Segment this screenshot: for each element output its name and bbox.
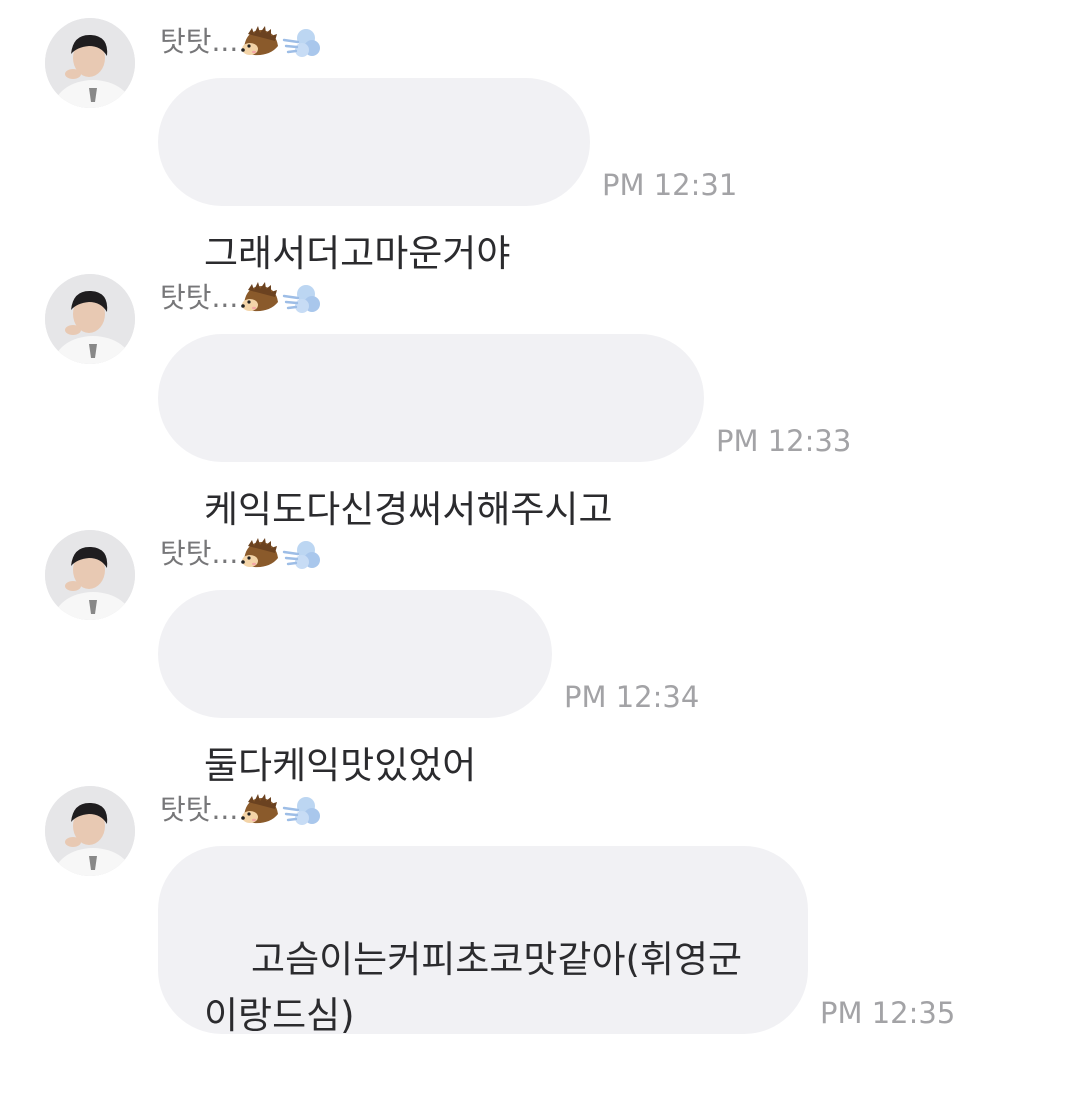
sender-name-text: 탓탓... [160, 281, 239, 314]
avatar[interactable] [45, 786, 135, 876]
sender-name: 탓탓... [160, 790, 322, 830]
dash-icon [282, 790, 322, 830]
profile-photo [45, 18, 135, 108]
sender-name: 탓탓... [160, 278, 322, 318]
sender-name: 탓탓... [160, 534, 322, 574]
avatar[interactable] [45, 530, 135, 620]
avatar[interactable] [45, 18, 135, 108]
message-bubble[interactable]: 둘다케익맛있었어 [158, 590, 552, 787]
message-time: PM 12:34 [564, 680, 700, 714]
message-group: 탓탓... 둘다케익맛있었어 PM 12:34 [0, 512, 1080, 787]
profile-photo [45, 530, 135, 620]
profile-photo [45, 786, 135, 876]
hedgehog-icon [240, 22, 280, 62]
hedgehog-icon [240, 534, 280, 574]
dash-icon [282, 534, 322, 574]
avatar[interactable] [45, 274, 135, 364]
profile-photo [45, 274, 135, 364]
dash-icon [282, 22, 322, 62]
message-bubble[interactable]: 고슴이는커피초코맛같아(휘영군 이랑드심) [158, 846, 808, 1037]
sender-name-text: 탓탓... [160, 537, 239, 570]
sender-name-text: 탓탓... [160, 793, 239, 826]
sender-name: 탓탓... [160, 22, 322, 62]
message-time: PM 12:35 [820, 996, 956, 1030]
message-group: 탓탓... 고슴이는커피초코맛같아(휘영군 이랑드심) PM 12:35 [0, 768, 1080, 1061]
message-time: PM 12:31 [602, 168, 738, 202]
hedgehog-icon [240, 278, 280, 318]
sender-name-text: 탓탓... [160, 25, 239, 58]
message-bubble[interactable]: 그래서더고마운거야 [158, 78, 590, 275]
dash-icon [282, 278, 322, 318]
message-bubble[interactable]: 케익도다신경써서해주시고 [158, 334, 704, 531]
message-group: 탓탓... 케익도다신경써서해주시고 PM 12:33 [0, 256, 1080, 531]
message-text: 고슴이는커피초코맛같아(휘영군 이랑드심) [204, 938, 743, 1037]
hedgehog-icon [240, 790, 280, 830]
message-group: 탓탓... 그래서더고마운거야 PM 12:31 [0, 0, 1080, 275]
message-time: PM 12:33 [716, 424, 852, 458]
